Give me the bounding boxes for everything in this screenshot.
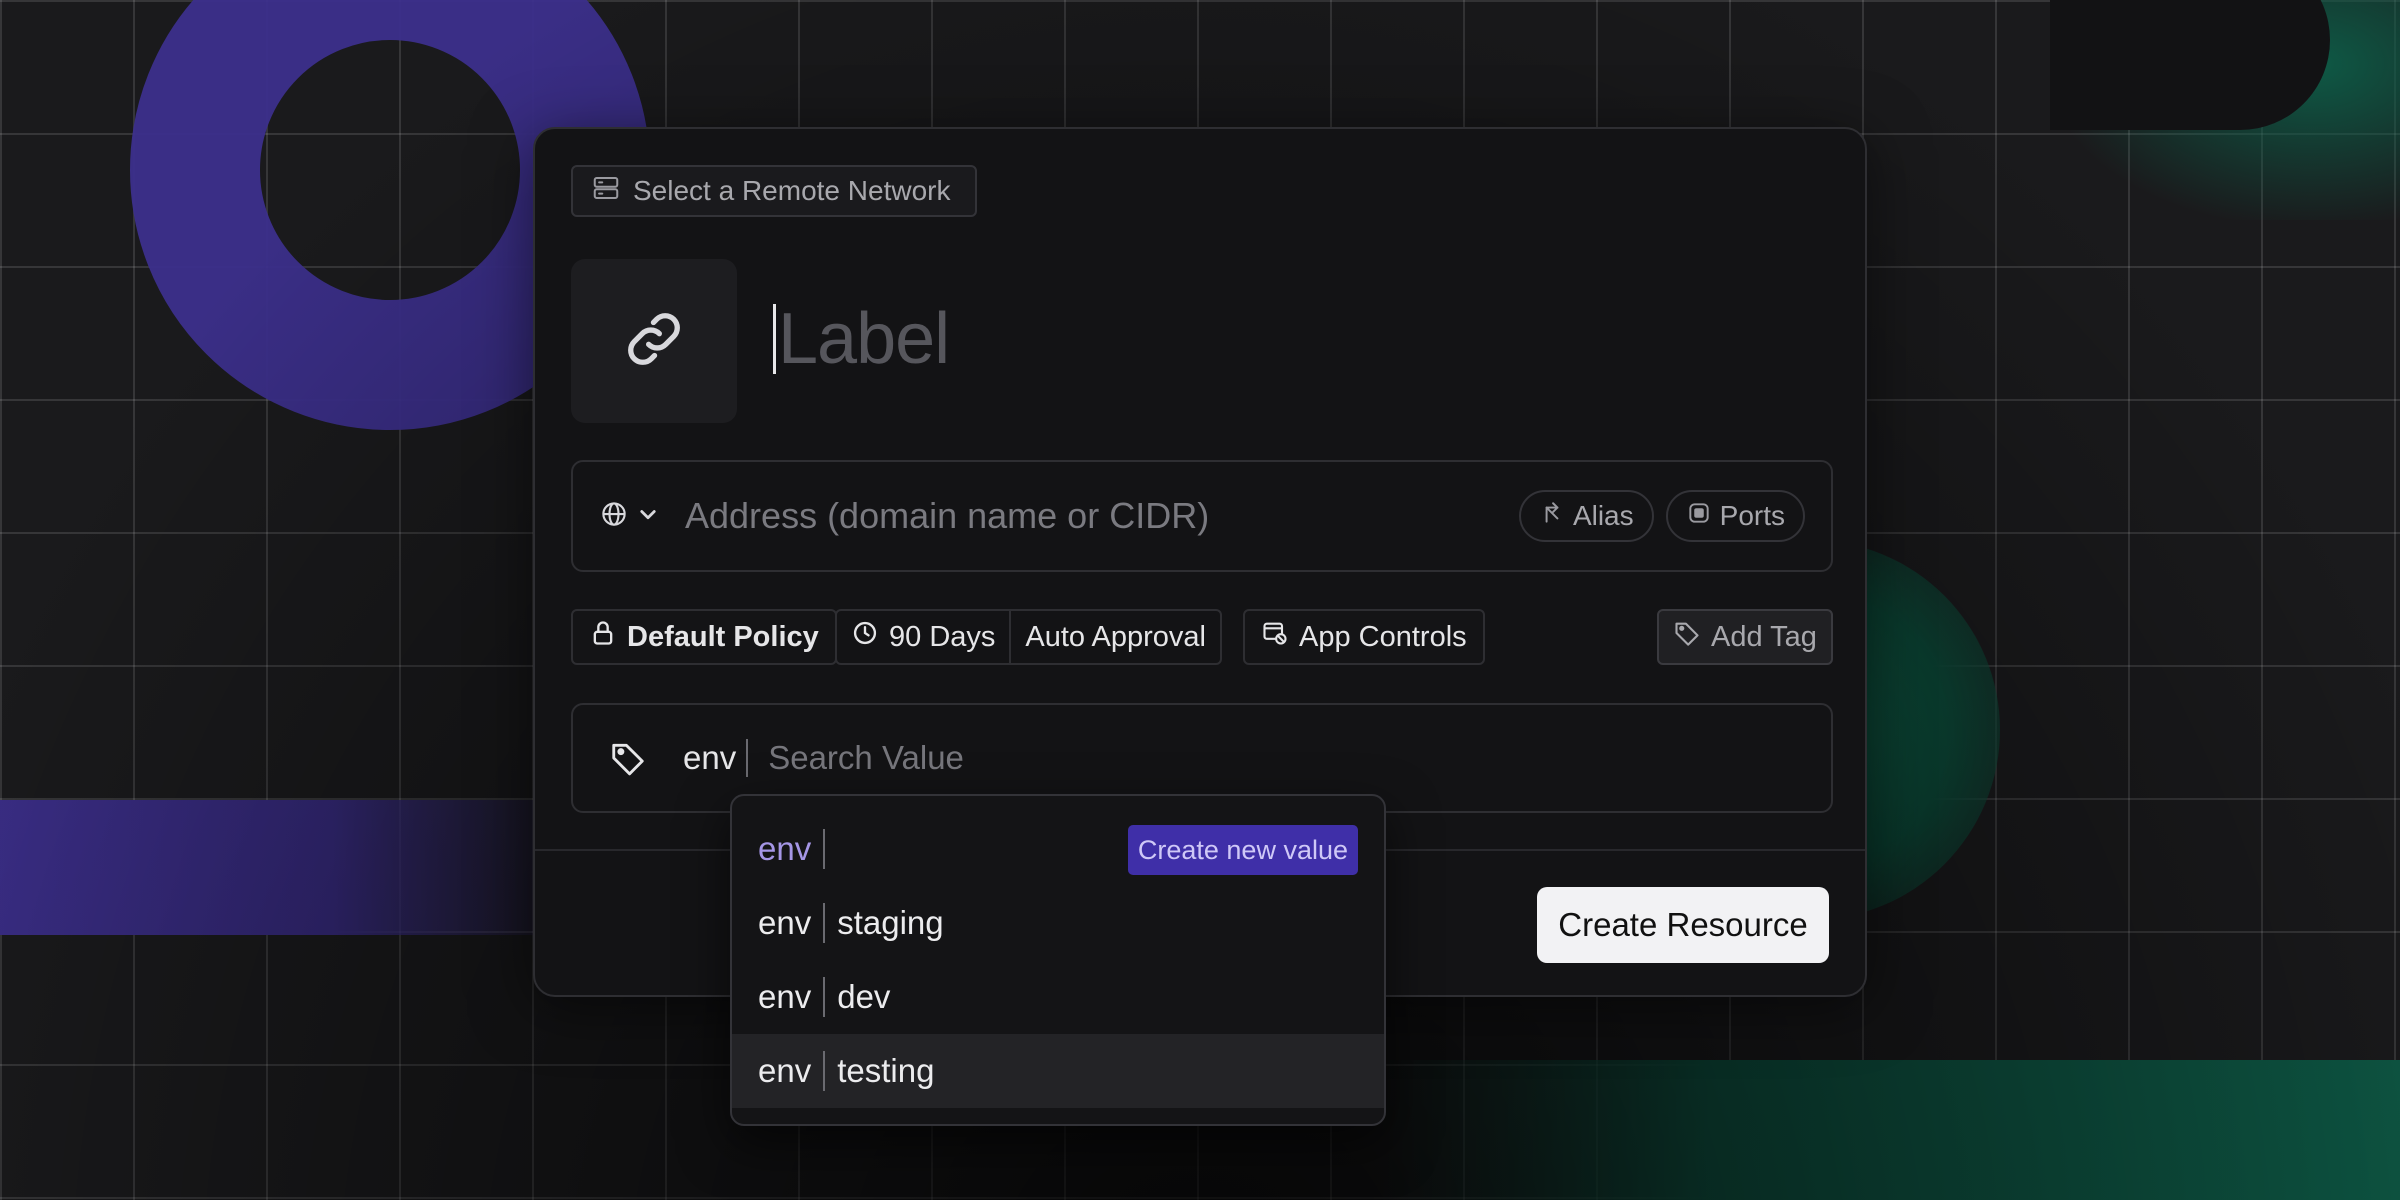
dropdown-option[interactable]: env dev <box>732 960 1384 1034</box>
app-controls-button[interactable]: App Controls <box>1243 609 1485 665</box>
remote-network-selector[interactable]: Select a Remote Network <box>571 165 977 217</box>
option-value: staging <box>837 904 944 941</box>
approval-label: Auto Approval <box>1025 620 1206 653</box>
dropdown-option-highlighted[interactable]: env testing <box>732 1034 1384 1108</box>
duration-button[interactable]: 90 Days <box>837 611 1009 663</box>
key-value-separator <box>823 977 826 1017</box>
tag-value-dropdown: env Create new value env staging env dev… <box>730 794 1386 1126</box>
add-tag-label: Add Tag <box>1711 620 1817 653</box>
clock-icon <box>851 619 879 655</box>
key-value-separator <box>746 739 749 777</box>
chevron-down-icon <box>633 499 663 534</box>
ports-label: Ports <box>1719 500 1785 531</box>
label-input[interactable]: Label <box>773 294 1673 384</box>
ports-button[interactable]: Ports <box>1665 490 1805 542</box>
protocol-selector[interactable] <box>599 499 663 534</box>
tag-icon <box>612 743 644 776</box>
key-value-separator <box>823 903 826 943</box>
dropdown-option[interactable]: env staging <box>732 886 1384 960</box>
tag-key: env <box>683 739 737 776</box>
tag-icon <box>1673 619 1701 655</box>
key-value-separator <box>823 829 826 869</box>
server-icon <box>591 173 621 210</box>
duration-label: 90 Days <box>889 620 996 653</box>
alias-icon <box>1539 500 1565 533</box>
approval-button[interactable]: Auto Approval <box>1009 611 1220 663</box>
app-controls-icon <box>1261 619 1289 655</box>
address-field[interactable]: Address (domain name or CIDR) Alias Port… <box>571 460 1833 572</box>
text-caret <box>773 304 776 374</box>
add-tag-button[interactable]: Add Tag <box>1657 609 1833 665</box>
option-key: env <box>758 978 812 1015</box>
label-placeholder: Label <box>778 299 950 379</box>
globe-icon <box>599 499 629 534</box>
app-controls-label: App Controls <box>1299 620 1467 653</box>
ports-icon <box>1686 500 1712 533</box>
option-value: dev <box>837 978 891 1015</box>
alias-button[interactable]: Alias <box>1518 490 1654 542</box>
default-policy-label: Default Policy <box>627 620 819 653</box>
address-placeholder: Address (domain name or CIDR) <box>685 495 1210 536</box>
option-key: env <box>758 1052 812 1089</box>
tag-search-placeholder: Search Value <box>768 739 964 776</box>
access-duration-group: 90 Days Auto Approval <box>835 609 1222 665</box>
policy-row: Default Policy 90 Days Auto Approval App… <box>571 609 1833 667</box>
key-value-separator <box>823 1051 826 1091</box>
create-resource-button[interactable]: Create Resource <box>1537 887 1829 963</box>
dropdown-option[interactable]: env Create new value <box>732 812 1384 886</box>
lock-icon <box>589 619 617 655</box>
create-new-value-button[interactable]: Create new value <box>1127 825 1358 875</box>
remote-network-label: Select a Remote Network <box>633 175 951 206</box>
link-icon <box>622 307 686 376</box>
option-key: env <box>758 830 812 867</box>
alias-label: Alias <box>1572 500 1634 531</box>
option-value: testing <box>837 1052 935 1089</box>
default-policy-button[interactable]: Default Policy <box>571 609 837 665</box>
option-key: env <box>758 904 812 941</box>
resource-icon-picker[interactable] <box>571 259 737 423</box>
